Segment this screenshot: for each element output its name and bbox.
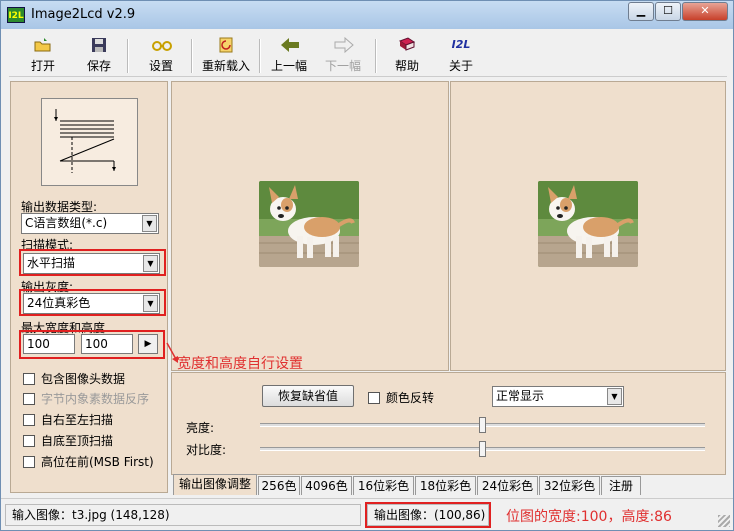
- maximize-button[interactable]: ☐: [655, 2, 681, 21]
- app-icon: I2L: [7, 7, 25, 23]
- checkbox-box[interactable]: [368, 392, 380, 404]
- toolbar-separator: [375, 39, 377, 73]
- arrow-right-icon: [334, 36, 354, 54]
- checkbox-msb-first[interactable]: 高位在前(MSB First): [23, 453, 154, 469]
- checkbox-right-to-left[interactable]: 自右至左扫描: [23, 411, 113, 427]
- save-label: 保存: [86, 59, 111, 73]
- annotation-highlight-box: [365, 502, 491, 528]
- checkbox-invert-colors[interactable]: 颜色反转: [368, 389, 434, 405]
- output-adjust-panel: 恢复缺省值 颜色反转 正常显示 ▼ 亮度: 对比度:: [171, 372, 726, 475]
- settings-label: 设置: [148, 59, 173, 73]
- output-image-preview: [450, 81, 726, 371]
- about-label: 关于: [448, 59, 473, 73]
- tab-strip: 输出图像调整 256色 4096色 16位彩色 18位彩色 24位彩色 32位彩…: [171, 474, 726, 495]
- reload-document-icon: [217, 37, 235, 53]
- toolbar-separator: [127, 39, 129, 73]
- close-button[interactable]: ✕: [682, 2, 728, 21]
- checkbox-box[interactable]: [23, 456, 35, 468]
- open-button[interactable]: 打开: [23, 37, 63, 75]
- brightness-label: 亮度:: [186, 421, 215, 435]
- input-dog-image: [259, 181, 359, 267]
- toolbar: 打开 保存 设置 重新载入 上一幅 下一幅 帮助 I2L 关于: [9, 35, 727, 77]
- output-annotation-note: 位图的宽度:100，高度:86: [506, 509, 672, 525]
- title-bar[interactable]: I2L Image2Lcd v2.9 ▁ ☐ ✕: [1, 1, 733, 29]
- help-book-icon: [398, 37, 416, 53]
- checkbox-box[interactable]: [23, 373, 35, 385]
- close-icon: ✕: [700, 4, 710, 17]
- maximize-icon: ☐: [663, 4, 673, 17]
- checkbox-reverse-byte-pixels[interactable]: 字节内象素数据反序: [23, 390, 149, 406]
- annotation-highlight-box: [19, 249, 166, 276]
- previous-image-label: 上一幅: [270, 59, 307, 73]
- checkbox-label: 颜色反转: [386, 391, 435, 405]
- checkbox-include-header[interactable]: 包含图像头数据: [23, 370, 125, 386]
- glasses-icon: [152, 37, 172, 53]
- app-window: I2L Image2Lcd v2.9 ▁ ☐ ✕ 打开 保存 设置 重新载入 上…: [0, 0, 734, 531]
- checkbox-box[interactable]: [23, 414, 35, 426]
- dropdown-arrow-icon: ▼: [607, 388, 622, 405]
- status-bar: 输入图像：t3.jpg (148,128) 输出图像：(100,86) 位图的宽…: [1, 498, 733, 530]
- help-button[interactable]: 帮助: [387, 37, 427, 75]
- tab-16bit-color[interactable]: 16位彩色: [353, 476, 414, 495]
- output-type-value: C语言数组(*.c): [25, 216, 108, 230]
- input-image-preview: [171, 81, 449, 371]
- about-button[interactable]: I2L 关于: [441, 37, 481, 75]
- scan-direction-icon: [54, 109, 116, 173]
- next-image-label: 下一幅: [324, 59, 361, 73]
- left-settings-panel: 输出数据类型: C语言数组(*.c) ▼ 扫描模式: 水平扫描 ▼ 输出灰度: …: [10, 81, 168, 493]
- checkbox-label: 自底至顶扫描: [41, 434, 114, 448]
- checkbox-box[interactable]: [23, 435, 35, 447]
- brightness-slider-thumb[interactable]: [478, 417, 486, 433]
- floppy-disk-icon: [90, 37, 108, 53]
- reload-label: 重新载入: [201, 59, 250, 73]
- resize-grip-icon[interactable]: [718, 515, 730, 527]
- previous-image-button[interactable]: 上一幅: [267, 37, 311, 75]
- tab-24bit-color[interactable]: 24位彩色: [477, 476, 538, 495]
- tab-32bit-color[interactable]: 32位彩色: [539, 476, 600, 495]
- toolbar-separator: [259, 39, 261, 73]
- display-mode-select[interactable]: 正常显示 ▼: [492, 386, 624, 407]
- contrast-slider-thumb[interactable]: [478, 441, 486, 457]
- tab-register[interactable]: 注册: [601, 476, 641, 495]
- save-button[interactable]: 保存: [79, 37, 119, 75]
- dropdown-arrow-icon: ▼: [142, 215, 157, 232]
- checkbox-label: 自右至左扫描: [41, 413, 114, 427]
- about-logo-icon: I2L: [451, 38, 471, 51]
- annotation-highlight-box: [19, 289, 166, 316]
- output-type-select[interactable]: C语言数组(*.c) ▼: [21, 213, 159, 234]
- folder-open-icon: [34, 37, 52, 53]
- window-title: Image2Lcd v2.9: [31, 7, 136, 22]
- tab-256-colors[interactable]: 256色: [258, 476, 300, 495]
- arrow-left-icon: [280, 37, 299, 53]
- tab-18bit-color[interactable]: 18位彩色: [415, 476, 476, 495]
- input-image-status: 输入图像：t3.jpg (148,128): [5, 504, 361, 526]
- restore-default-button[interactable]: 恢复缺省值: [262, 385, 354, 407]
- toolbar-separator: [191, 39, 193, 73]
- help-label: 帮助: [394, 59, 419, 73]
- next-image-button[interactable]: 下一幅: [321, 36, 365, 75]
- output-dog-image: [538, 181, 638, 267]
- scan-direction-diagram: [41, 98, 138, 186]
- settings-button[interactable]: 设置: [141, 37, 181, 75]
- checkbox-box[interactable]: [23, 393, 35, 405]
- checkbox-label: 高位在前(MSB First): [41, 455, 154, 469]
- minimize-icon: ▁: [636, 4, 646, 17]
- tab-output-adjust[interactable]: 输出图像调整: [173, 474, 257, 495]
- contrast-label: 对比度:: [186, 443, 227, 457]
- tab-4096-colors[interactable]: 4096色: [301, 476, 352, 495]
- annotation-highlight-box: [19, 330, 165, 359]
- minimize-button[interactable]: ▁: [628, 2, 654, 21]
- reload-button[interactable]: 重新载入: [199, 37, 253, 75]
- checkbox-label: 字节内象素数据反序: [41, 392, 150, 406]
- display-mode-value: 正常显示: [496, 389, 545, 403]
- size-annotation-note: 宽度和高度自行设置: [177, 356, 303, 372]
- open-label: 打开: [30, 59, 55, 73]
- checkbox-label: 包含图像头数据: [41, 372, 126, 386]
- checkbox-bottom-to-top[interactable]: 自底至顶扫描: [23, 432, 113, 448]
